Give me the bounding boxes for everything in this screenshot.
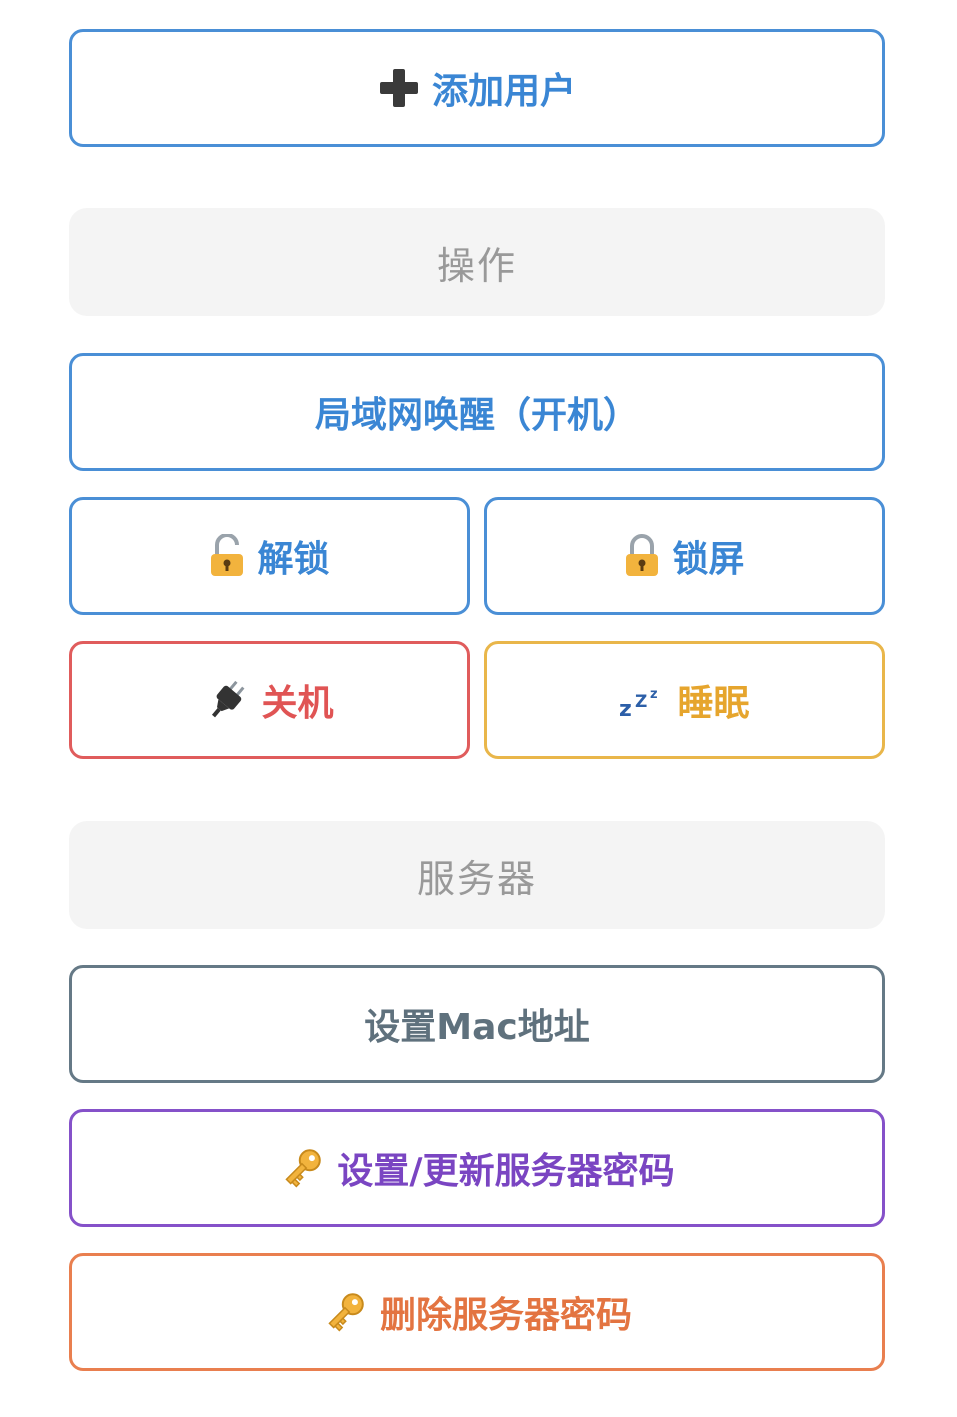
set-mac-address-label: 设置Mac地址 — [364, 1007, 590, 1048]
svg-text:z: z — [650, 687, 658, 702]
key-icon — [322, 1289, 368, 1335]
wake-on-lan-label: 局域网唤醒（开机） — [314, 395, 639, 436]
locked-padlock-icon — [624, 534, 660, 578]
server-title: 服务器 — [416, 856, 537, 901]
add-user-label: 添加用户 — [431, 71, 576, 112]
sleep-label: 睡眠 — [677, 683, 750, 724]
wake-on-lan-button[interactable]: 局域网唤醒（开机） — [69, 353, 885, 471]
section-header-operations: 操作 — [69, 208, 885, 316]
plus-icon — [378, 67, 420, 109]
operations-title: 操作 — [436, 243, 517, 288]
svg-text:Z: Z — [635, 692, 647, 712]
lock-screen-label: 锁屏 — [672, 539, 745, 580]
lock-screen-button[interactable]: 锁屏 — [484, 497, 885, 615]
key-icon — [279, 1145, 325, 1191]
unlocked-padlock-icon — [209, 534, 245, 578]
sleep-button[interactable]: z Z z 睡眠 — [484, 641, 885, 759]
unlock-button[interactable]: 解锁 — [69, 497, 470, 615]
set-server-password-label: 设置/更新服务器密码 — [337, 1151, 675, 1192]
svg-text:z: z — [619, 697, 632, 720]
shutdown-button[interactable]: 关机 — [69, 641, 470, 759]
unlock-label: 解锁 — [257, 539, 330, 580]
electric-plug-icon — [205, 678, 249, 722]
delete-server-password-button[interactable]: 删除服务器密码 — [69, 1253, 885, 1371]
shutdown-label: 关机 — [261, 683, 334, 724]
delete-server-password-label: 删除服务器密码 — [379, 1295, 632, 1336]
set-mac-address-button[interactable]: 设置Mac地址 — [69, 965, 885, 1083]
add-user-button[interactable]: 添加用户 — [69, 29, 885, 147]
section-header-server: 服务器 — [69, 821, 885, 929]
set-server-password-button[interactable]: 设置/更新服务器密码 — [69, 1109, 885, 1227]
zzz-sleep-icon: z Z z — [619, 680, 665, 720]
